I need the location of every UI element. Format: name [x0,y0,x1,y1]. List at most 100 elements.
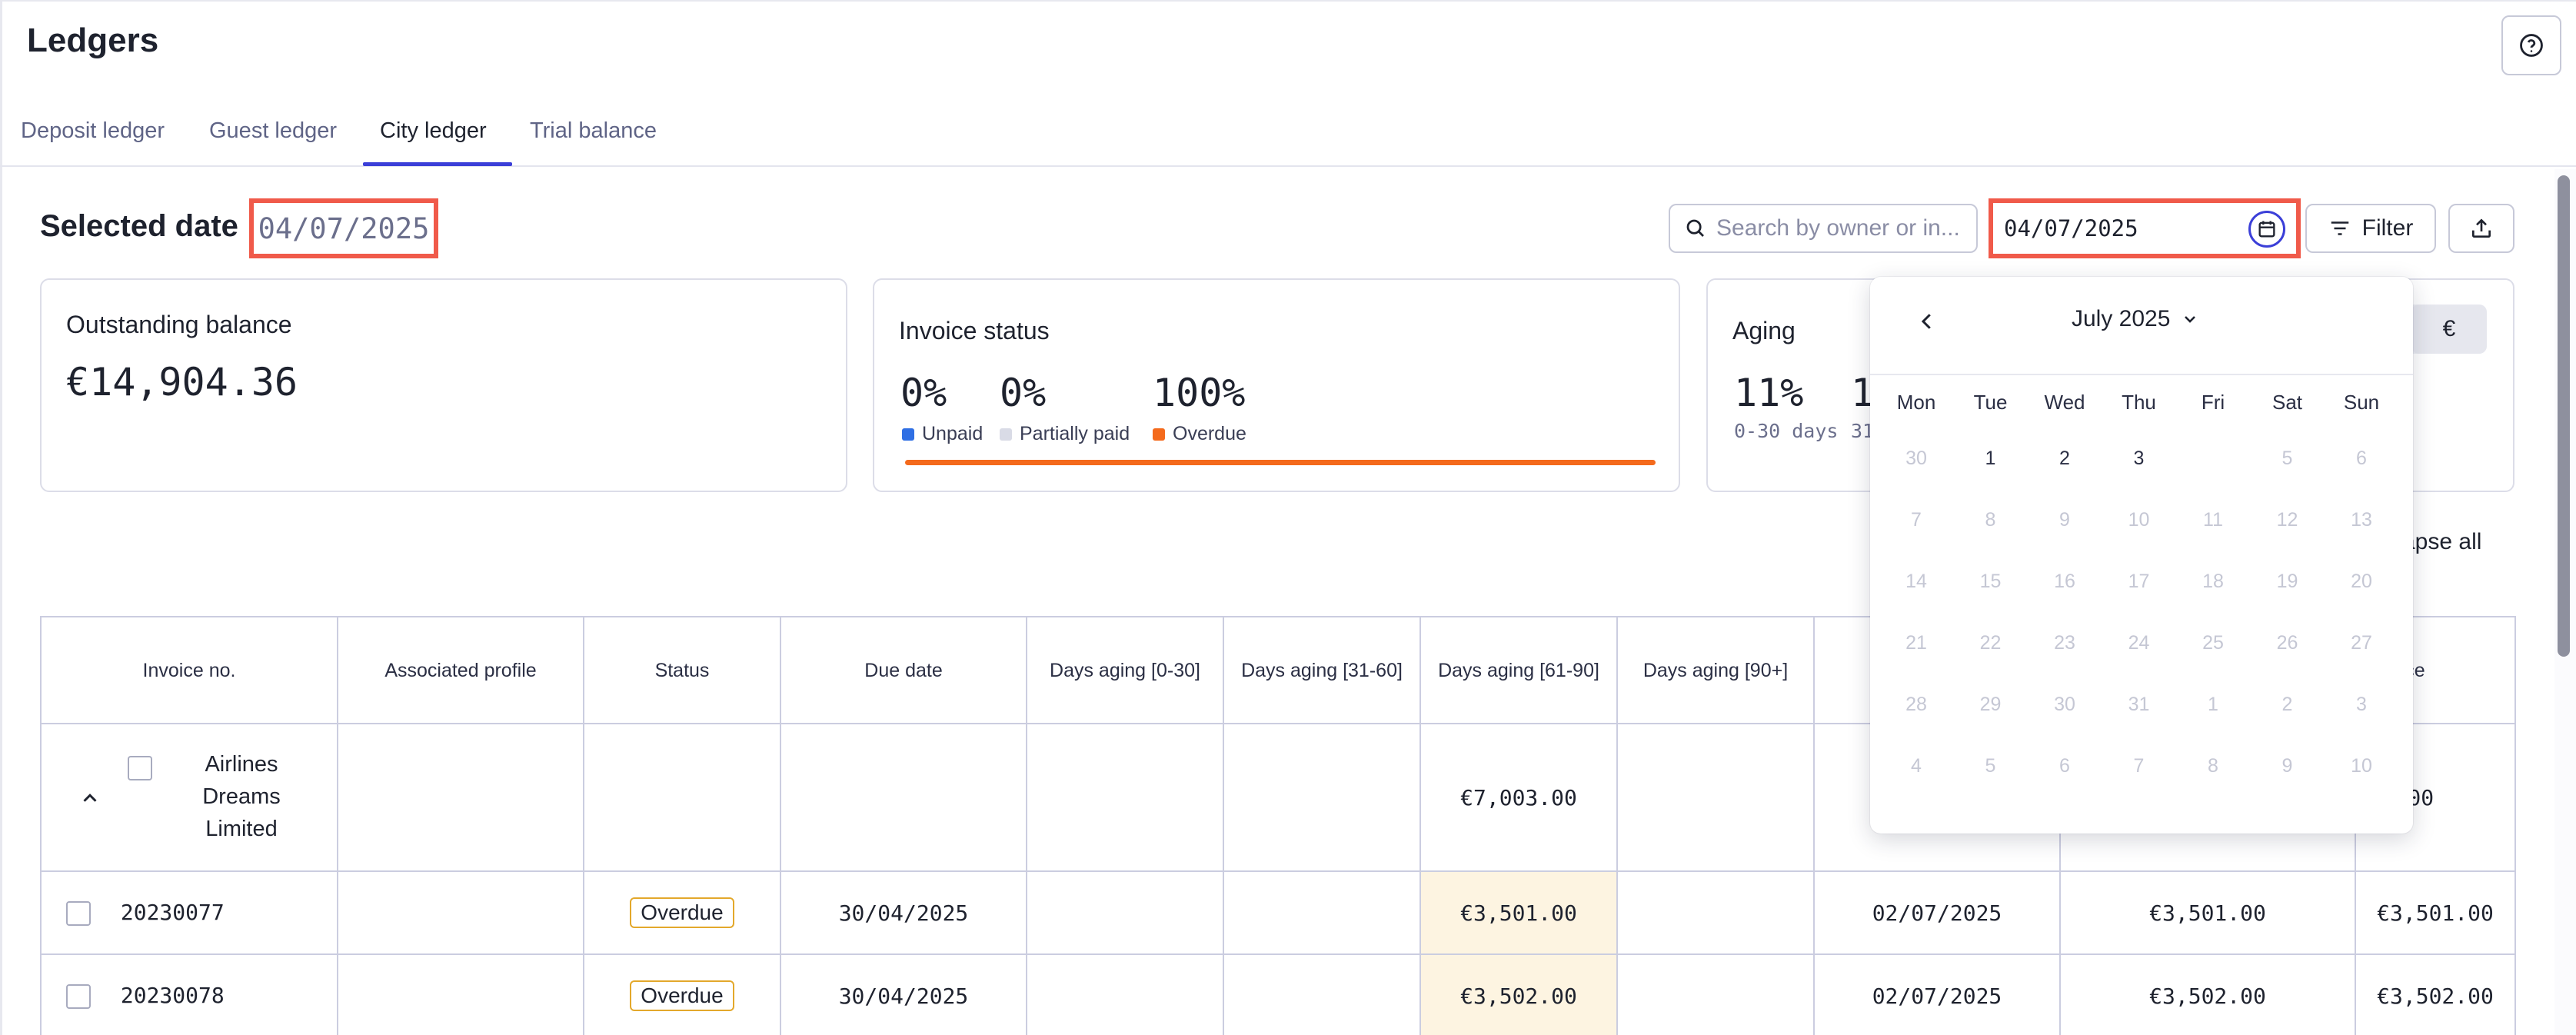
calendar-day[interactable]: 30 [2028,680,2102,729]
calendar-day[interactable]: 11 [2176,495,2250,544]
search-input[interactable] [1716,215,1970,241]
tab-trial-balance[interactable]: Trial balance [530,118,657,144]
aging-0-30-percent: 11% [1734,371,1804,415]
calendar-day[interactable]: 7 [2102,741,2176,790]
calendar-day[interactable]: 24 [2102,618,2176,667]
col-aging-31-60[interactable]: Days aging [31-60] [1223,616,1421,724]
calendar-day[interactable]: 23 [2028,618,2102,667]
calendar-day[interactable]: 22 [1954,618,2028,667]
col-associated-profile[interactable]: Associated profile [337,616,584,724]
currency-eur-option[interactable]: € [2411,305,2487,354]
calendar-day[interactable]: 29 [1954,680,2028,729]
search-box[interactable] [1669,204,1978,253]
col-aging-90-plus[interactable]: Days aging [90+] [1616,616,1815,724]
calendar-day[interactable]: 8 [2176,741,2250,790]
group-name: Airlines Dreams Limited [202,752,281,841]
aging-title: Aging [1732,317,1796,344]
unpaid-swatch [902,428,914,441]
calendar-day[interactable]: 4 [1879,741,1953,790]
calendar-day[interactable]: 25 [2176,618,2250,667]
calendar-day[interactable]: 17 [2102,557,2176,606]
previous-month-button[interactable] [1912,306,1942,337]
calendar-day[interactable]: 10 [2102,495,2176,544]
partially-paid-swatch [1000,428,1012,441]
weekday-label: Tue [1973,391,2008,414]
aging-61-90-value: €3,501.00 [1419,870,1618,955]
weekday-label: Sat [2271,391,2303,414]
collapse-all-link[interactable]: apse all [2402,529,2481,555]
row-checkbox[interactable] [66,984,91,1009]
calendar-day[interactable]: 6 [2028,741,2102,790]
calendar-toggle-button[interactable] [2248,211,2285,248]
calendar-day[interactable]: 13 [2325,495,2398,544]
col-due-date[interactable]: Due date [780,616,1027,724]
calendar-day[interactable]: 1 [2176,680,2250,729]
calendar-day[interactable]: 6 [2325,434,2398,483]
calendar-day[interactable]: 7 [1879,495,1953,544]
tab-guest-ledger[interactable]: Guest ledger [209,118,337,144]
filter-button[interactable]: Filter [2305,204,2436,253]
calendar-day[interactable]: 12 [2251,495,2325,544]
search-icon [1686,219,1704,237]
calendar-day[interactable]: 3 [2325,680,2398,729]
chevron-left-icon [1921,314,1931,329]
row-date: 02/07/2025 [1813,953,2061,1035]
associated-profile [337,870,584,955]
weekday-label: Wed [2044,391,2085,414]
calendar-day[interactable]: 10 [2325,741,2398,790]
calendar-day[interactable]: 5 [2251,434,2325,483]
tab-deposit-ledger[interactable]: Deposit ledger [21,118,165,144]
invoice-number[interactable]: 20230077 [121,900,225,925]
calendar-day[interactable]: 16 [2028,557,2102,606]
calendar-day[interactable]: 30 [1879,434,1953,483]
calendar-day[interactable]: 2 [2028,434,2102,483]
tab-city-ledger[interactable]: City ledger [380,118,487,144]
col-status[interactable]: Status [583,616,781,724]
calendar-day[interactable]: 28 [1879,680,1953,729]
legend-overdue: Overdue [1153,423,1246,445]
group-aging-61-90: €7,003.00 [1419,723,1618,872]
col-invoice-no[interactable]: Invoice no. [40,616,338,724]
active-tab-indicator [363,162,512,166]
due-date: 30/04/2025 [780,870,1027,955]
calendar-day[interactable]: 26 [2251,618,2325,667]
date-picker-field[interactable]: 04/07/2025 [1989,198,2301,258]
calendar-day[interactable]: 14 [1879,557,1953,606]
window-top-border [0,0,2576,2]
outstanding-balance-amount: €14,904.36 [66,360,298,404]
month-selector[interactable]: July 2025 [2072,306,2199,332]
calendar-day[interactable]: 1 [1954,434,2028,483]
table-row[interactable]: 20230077 Overdue 30/04/2025 €3,501.00 02… [40,870,2516,955]
row-checkbox[interactable] [66,901,91,926]
calendar-day[interactable]: 5 [1954,741,2028,790]
calendar-day[interactable]: 2 [2251,680,2325,729]
calendar-day[interactable]: 31 [2102,680,2176,729]
calendar-day[interactable]: 21 [1879,618,1953,667]
selected-date-value: 04/07/2025 [249,198,438,258]
chevron-up-icon[interactable] [78,787,102,810]
calendar-day[interactable]: 27 [2325,618,2398,667]
unpaid-percent: 0% [900,371,947,415]
calendar-day[interactable]: 18 [2176,557,2250,606]
export-button[interactable] [2448,204,2514,253]
calendar-day[interactable]: 8 [1954,495,2028,544]
scrollbar-thumb[interactable] [2558,175,2570,657]
calendar-day[interactable]: 19 [2251,557,2325,606]
due-date: 30/04/2025 [780,953,1027,1035]
col-aging-0-30[interactable]: Days aging [0-30] [1026,616,1224,724]
calendar-day[interactable]: 20 [2325,557,2398,606]
aging-0-30-label: 0-30 days [1734,420,1839,442]
weekday-label: Thu [2122,391,2156,414]
calendar-day[interactable]: 3 [2102,434,2176,483]
col-aging-61-90[interactable]: Days aging [61-90] [1419,616,1618,724]
group-checkbox[interactable] [128,756,152,780]
help-button[interactable] [2501,15,2561,75]
invoice-number[interactable]: 20230078 [121,983,225,1008]
calendar-day[interactable]: 9 [2251,741,2325,790]
calendar-day[interactable]: 15 [1954,557,2028,606]
table-row[interactable]: 20230078 Overdue 30/04/2025 €3,502.00 02… [40,953,2516,1035]
weekday-label: Fri [2201,391,2225,414]
aging-61-90-value: €3,502.00 [1419,953,1618,1035]
calendar-day-selected[interactable]: 4 [2176,434,2250,483]
calendar-day[interactable]: 9 [2028,495,2102,544]
